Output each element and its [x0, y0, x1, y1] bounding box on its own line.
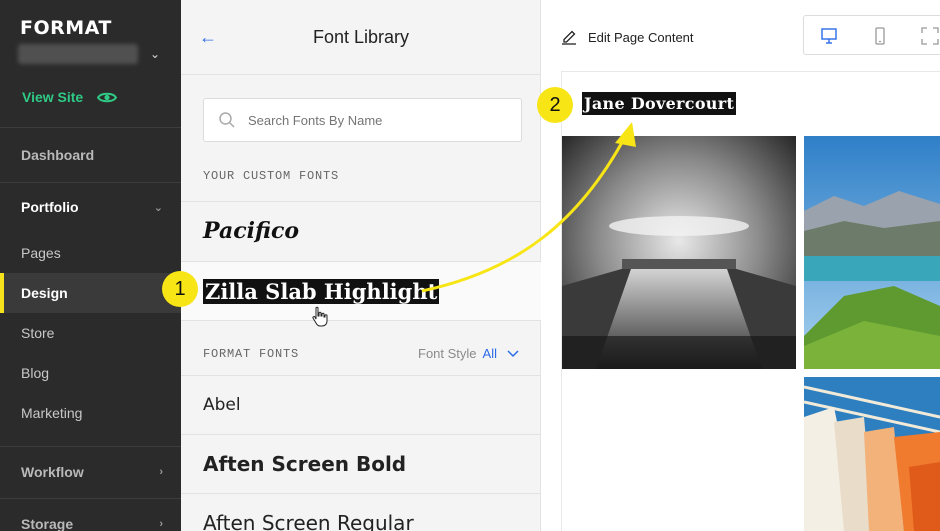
font-style-filter[interactable]: Font Style All [418, 346, 519, 361]
hand-cursor-icon [312, 306, 328, 327]
sidebar-item-storage[interactable]: Storage › [0, 504, 181, 531]
mountain-photo [804, 136, 940, 369]
font-name: Pacifico [203, 218, 300, 244]
sidebar-item-dashboard[interactable]: Dashboard [0, 135, 181, 175]
fabric-photo [804, 377, 940, 531]
pencil-icon [562, 30, 576, 45]
chevron-down-icon [507, 350, 519, 358]
dam-photo [562, 136, 796, 369]
sidebar-item-label: Design [21, 285, 68, 301]
view-site-label: View Site [22, 89, 84, 105]
divider [181, 320, 541, 321]
chevron-down-icon: ⌄ [153, 201, 163, 214]
font-style-value[interactable]: All [483, 346, 497, 361]
callout-badge-2: 2 [537, 87, 573, 123]
font-row-aften-screen-bold[interactable]: Aften Screen Bold [181, 435, 541, 493]
sidebar-item-blog[interactable]: Blog [0, 353, 181, 393]
font-name: Aften Screen Regular [203, 511, 414, 531]
sidebar-item-workflow[interactable]: Workflow › [0, 452, 181, 492]
font-row-pacifico[interactable]: Pacifico [181, 202, 541, 260]
account-switcher-blurred[interactable] [18, 44, 138, 64]
desktop-icon[interactable] [819, 26, 839, 46]
font-search-field[interactable] [203, 98, 522, 142]
chevron-right-icon: › [159, 518, 163, 530]
fullscreen-icon[interactable] [920, 26, 940, 46]
font-library-panel: ← Font Library YOUR CUSTOM FONTS Pacific… [181, 0, 541, 531]
sidebar-item-pages[interactable]: Pages [0, 233, 181, 273]
sidebar-item-portfolio[interactable]: Portfolio ⌄ [0, 187, 181, 227]
view-site-link[interactable]: View Site [22, 89, 118, 105]
gallery-image-dam[interactable] [562, 136, 796, 369]
font-name: Abel [203, 395, 241, 415]
divider [0, 127, 181, 128]
eye-icon [97, 92, 118, 102]
sidebar-item-label: Store [21, 325, 55, 341]
preview-toolbar: Edit Page Content [541, 0, 940, 72]
sidebar-item-marketing[interactable]: Marketing [0, 393, 181, 433]
gallery-image-mountains[interactable] [804, 136, 940, 369]
chevron-down-icon[interactable]: ⌄ [150, 47, 160, 61]
sidebar-item-label: Storage [21, 516, 74, 531]
sidebar-item-label: Portfolio [21, 199, 79, 215]
sidebar-item-label: Blog [21, 365, 50, 381]
divider [0, 498, 181, 499]
font-name: Aften Screen Bold [203, 452, 407, 476]
sidebar-item-design[interactable]: Design [0, 273, 181, 313]
divider [0, 182, 181, 183]
gallery-image-fabric[interactable] [804, 377, 940, 531]
sidebar-item-label: Workflow [21, 464, 84, 480]
mobile-icon[interactable] [870, 26, 890, 46]
format-logo[interactable]: FORMAT [20, 17, 112, 39]
sidebar: FORMAT ⌄ View Site Dashboard Portfolio ⌄ … [0, 0, 181, 531]
sidebar-item-label: Marketing [21, 405, 83, 421]
sidebar-item-store[interactable]: Store [0, 313, 181, 353]
font-name: Zilla Slab Highlight [203, 278, 440, 304]
sidebar-item-label: Dashboard [21, 147, 95, 163]
edit-page-content-button[interactable]: Edit Page Content [561, 29, 694, 45]
edit-page-content-label: Edit Page Content [588, 29, 694, 45]
font-style-label: Font Style [418, 346, 477, 361]
sidebar-item-label: Pages [21, 245, 61, 261]
site-title[interactable]: Jane Dovercourt [582, 92, 737, 115]
divider [0, 446, 181, 447]
device-toggle [803, 15, 940, 55]
callout-badge-1: 1 [162, 271, 198, 307]
app: FORMAT ⌄ View Site Dashboard Portfolio ⌄ … [0, 0, 940, 531]
font-row-zilla-slab-highlight[interactable]: Zilla Slab Highlight [181, 262, 541, 320]
font-row-abel[interactable]: Abel [181, 376, 541, 434]
format-fonts-label: FORMAT FONTS [203, 347, 300, 361]
search-icon [219, 112, 235, 128]
font-row-aften-screen-regular[interactable]: Aften Screen Regular [181, 494, 541, 531]
chevron-right-icon: › [159, 466, 163, 478]
panel-title: Font Library [312, 27, 410, 47]
panel-header: ← Font Library [181, 0, 541, 75]
custom-fonts-label: YOUR CUSTOM FONTS [203, 169, 340, 183]
search-input[interactable] [248, 112, 508, 128]
